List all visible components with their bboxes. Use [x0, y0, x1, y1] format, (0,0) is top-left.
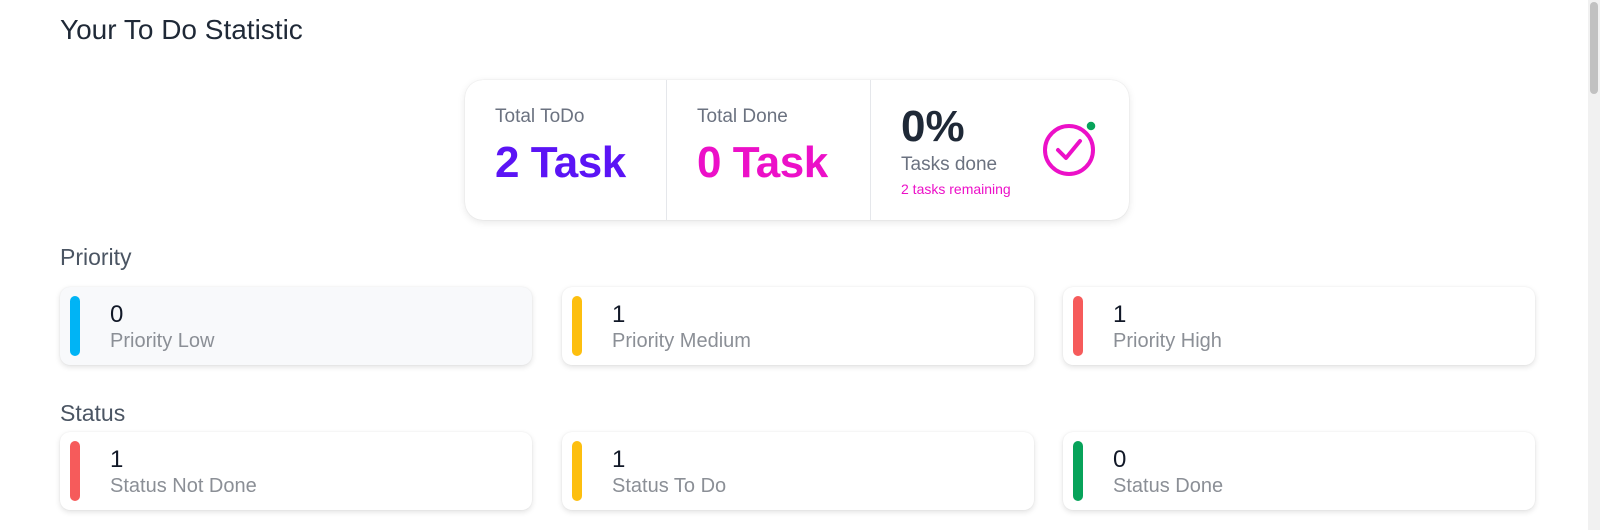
progress-percent: 0% [901, 102, 965, 151]
priority-low-card[interactable]: 0 Priority Low [60, 287, 532, 365]
total-done-value: 0 Task [697, 138, 828, 187]
priority-low-count: 0 [110, 301, 124, 328]
total-todo-label: Total ToDo [495, 106, 585, 127]
priority-low-label: Priority Low [110, 330, 215, 352]
priority-medium-indicator [572, 296, 582, 356]
status-done-card[interactable]: 0 Status Done [1063, 432, 1535, 510]
total-todo-stat: Total ToDo 2 Task [465, 80, 667, 220]
status-dot-icon [1085, 120, 1097, 132]
priority-section-title: Priority [60, 244, 132, 270]
status-done-indicator [1073, 441, 1083, 501]
status-not-done-count: 1 [110, 446, 124, 473]
page-title: Your To Do Statistic [60, 14, 303, 45]
status-to-do-indicator [572, 441, 582, 501]
status-done-label: Status Done [1113, 475, 1224, 497]
priority-high-card[interactable]: 1 Priority High [1063, 287, 1535, 365]
status-not-done-indicator [70, 441, 80, 501]
total-todo-value: 2 Task [495, 138, 626, 187]
priority-high-label: Priority High [1113, 330, 1222, 352]
priority-medium-label: Priority Medium [612, 330, 751, 352]
summary-card: Total ToDo 2 Task Total Done 0 Task 0% T… [465, 80, 1129, 220]
check-circle-icon [1043, 120, 1097, 176]
priority-high-count: 1 [1113, 301, 1127, 328]
tasks-remaining: 2 tasks remaining [901, 181, 1011, 197]
status-done-count: 0 [1113, 446, 1127, 473]
priority-high-indicator [1073, 296, 1083, 356]
priority-low-indicator [70, 296, 80, 356]
scrollbar-thumb[interactable] [1590, 2, 1598, 94]
total-done-label: Total Done [697, 106, 788, 127]
status-not-done-label: Status Not Done [110, 475, 257, 497]
total-done-stat: Total Done 0 Task [667, 80, 871, 220]
priority-medium-count: 1 [612, 301, 626, 328]
status-to-do-label: Status To Do [612, 475, 727, 497]
statistics-page: Your To Do Statistic Total ToDo 2 Task T… [0, 0, 1600, 530]
progress-label: Tasks done [901, 154, 998, 175]
status-to-do-count: 1 [612, 446, 626, 473]
priority-medium-card[interactable]: 1 Priority Medium [562, 287, 1034, 365]
status-not-done-card[interactable]: 1 Status Not Done [60, 432, 532, 510]
vertical-scrollbar[interactable] [1588, 0, 1600, 530]
status-to-do-card[interactable]: 1 Status To Do [562, 432, 1034, 510]
status-section-title: Status [60, 400, 126, 426]
progress-stat: 0% Tasks done 2 tasks remaining [871, 80, 1129, 220]
